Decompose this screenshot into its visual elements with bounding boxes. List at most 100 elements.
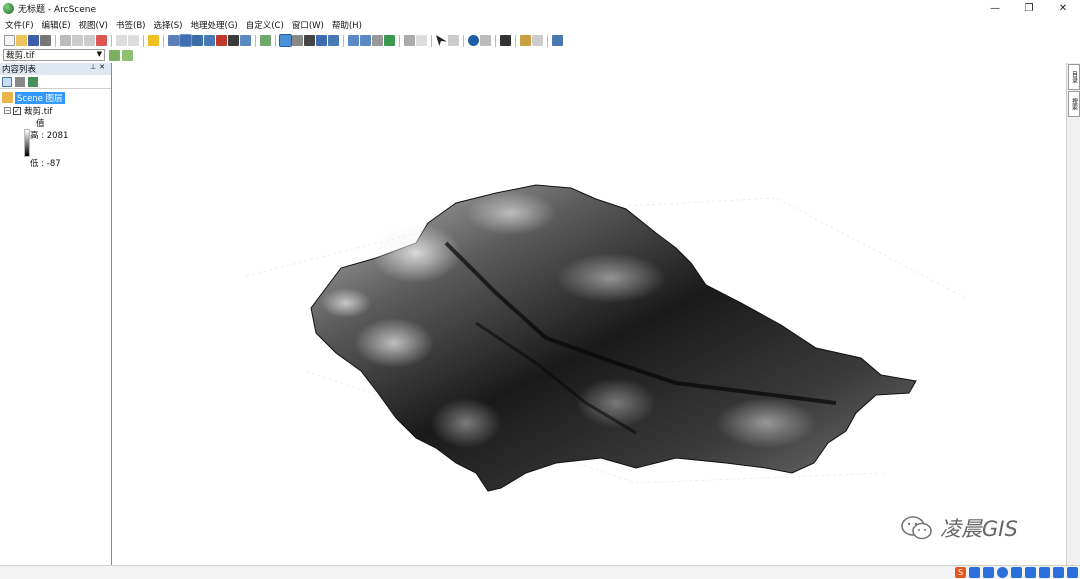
raster-legend: 值 高 : 2081 低 : -87 — [2, 117, 111, 169]
model-builder-icon[interactable] — [240, 35, 251, 46]
search-tab[interactable]: 搜索 — [1068, 91, 1080, 117]
menu-view[interactable]: 视图(V) — [79, 19, 108, 31]
redo-icon[interactable] — [128, 35, 139, 46]
menu-bookmarks[interactable]: 书签(B) — [116, 19, 145, 31]
delete-icon[interactable] — [96, 35, 107, 46]
toolbar-separator — [463, 34, 464, 47]
catalog-tab[interactable]: 目录 — [1068, 64, 1080, 90]
navigate-icon[interactable] — [279, 34, 292, 47]
lighting-icon[interactable] — [122, 49, 133, 61]
copy-icon[interactable] — [72, 35, 83, 46]
3d-effects-toolbar: 裁剪.tif ▼ — [0, 48, 1080, 62]
menu-edit[interactable]: 编辑(E) — [42, 19, 71, 31]
center-on-target-icon[interactable] — [304, 35, 315, 46]
layer-visibility-checkbox[interactable]: ✓ — [13, 106, 21, 115]
window-title: 无标题 - ArcScene — [18, 4, 97, 15]
layer-dropdown-value: 裁剪.tif — [6, 51, 35, 61]
editor-toolbar-icon[interactable] — [260, 35, 271, 46]
toolbar-separator — [431, 34, 432, 47]
menu-geoprocessing[interactable]: 地理处理(G) — [191, 19, 238, 31]
toolbar-separator — [343, 34, 344, 47]
chevron-down-icon: ▼ — [96, 50, 102, 58]
microphone-icon[interactable] — [1011, 567, 1022, 578]
status-bar: S — [0, 565, 1080, 579]
open-folder-icon[interactable] — [16, 35, 27, 46]
toc-window-icon[interactable] — [179, 34, 192, 47]
select-pointer-icon[interactable] — [436, 35, 447, 46]
set-observer-icon[interactable] — [328, 35, 339, 46]
dem-surface-render — [245, 184, 967, 492]
arctoolbox-icon[interactable] — [216, 35, 227, 46]
list-by-drawing-order-icon[interactable] — [2, 76, 12, 87]
user-icon[interactable] — [1039, 567, 1050, 578]
layer-item-raster[interactable]: − ✓ 裁剪.tif — [2, 104, 111, 117]
new-document-icon[interactable] — [4, 35, 15, 46]
skin-icon[interactable] — [1053, 567, 1064, 578]
ime-mode-icon[interactable] — [969, 567, 980, 578]
menu-file[interactable]: 文件(F) — [5, 19, 34, 31]
animation-icon[interactable] — [520, 35, 531, 46]
zoom-to-target-icon[interactable] — [316, 35, 327, 46]
zoom-out-icon[interactable] — [360, 35, 371, 46]
collapse-icon[interactable]: − — [4, 107, 11, 114]
full-extent-icon[interactable] — [384, 35, 395, 46]
widen-fov-icon[interactable] — [416, 35, 427, 46]
save-icon[interactable] — [28, 35, 39, 46]
emoji-icon[interactable] — [997, 567, 1008, 578]
python-icon[interactable] — [228, 35, 239, 46]
print-icon[interactable] — [40, 35, 51, 46]
list-by-source-icon[interactable] — [15, 76, 25, 87]
fly-icon[interactable] — [292, 35, 303, 46]
scene-layers-item[interactable]: Scene 图层 — [2, 91, 111, 104]
wechat-logo-icon — [901, 516, 932, 540]
menu-help[interactable]: 帮助(H) — [332, 19, 362, 31]
menu-windows[interactable]: 窗口(W) — [292, 19, 324, 31]
menu-bar: 文件(F) 编辑(E) 视图(V) 书签(B) 选择(S) 地理处理(G) 自定… — [0, 17, 1080, 32]
arcscene-logo-icon — [3, 2, 14, 14]
toolbar-separator — [547, 34, 548, 47]
identify-icon[interactable] — [468, 35, 479, 46]
toolbar-separator — [515, 34, 516, 47]
toolbar-separator — [55, 34, 56, 47]
layer-tree: Scene 图层 − ✓ 裁剪.tif 值 高 : 2081 低 : -87 — [0, 89, 111, 169]
close-icon[interactable]: ✕ — [1046, 0, 1080, 16]
table-of-contents-panel: 内容列表 ⊥✕ Scene 图层 − ✓ 裁剪.tif 值 高 : 2081 低… — [0, 63, 112, 565]
toolbar-separator — [255, 34, 256, 47]
menu-selection[interactable]: 选择(S) — [153, 19, 182, 31]
restore-icon[interactable]: ❐ — [1012, 0, 1046, 16]
toolbar-separator — [275, 34, 276, 47]
narrow-fov-icon[interactable] — [404, 35, 415, 46]
capture-view-icon[interactable] — [532, 35, 543, 46]
toolbox-icon[interactable] — [1067, 567, 1078, 578]
undo-icon[interactable] — [116, 35, 127, 46]
list-by-visibility-icon[interactable] — [28, 76, 38, 87]
keyboard-icon[interactable] — [1025, 567, 1036, 578]
search-window-icon[interactable] — [204, 35, 215, 46]
scene-globe-icon[interactable] — [552, 35, 563, 46]
html-popup-icon[interactable] — [480, 35, 491, 46]
paste-icon[interactable] — [84, 35, 95, 46]
toolbar-separator — [111, 34, 112, 47]
clear-selection-icon[interactable] — [448, 35, 459, 46]
add-data-icon[interactable] — [148, 35, 159, 46]
pan-icon[interactable] — [372, 35, 383, 46]
scene-properties-icon[interactable] — [168, 35, 179, 46]
scene-viewer[interactable] — [116, 63, 1064, 565]
punctuation-icon[interactable] — [983, 567, 994, 578]
toolbar-separator — [495, 34, 496, 47]
right-dock: 目录 搜索 — [1066, 63, 1080, 565]
layer-dropdown[interactable]: 裁剪.tif ▼ — [3, 49, 105, 61]
catalog-icon[interactable] — [192, 35, 203, 46]
legend-high: 高 : 2081 — [30, 131, 69, 141]
menu-customize[interactable]: 自定义(C) — [246, 19, 284, 31]
pin-close-icon[interactable]: ⊥✕ — [90, 63, 108, 71]
layer-properties-icon[interactable] — [109, 49, 120, 61]
toc-toolbar — [0, 75, 111, 89]
zoom-in-icon[interactable] — [348, 35, 359, 46]
find-icon[interactable] — [500, 35, 511, 46]
sogou-logo-icon[interactable]: S — [955, 567, 966, 578]
toolbar-separator — [399, 34, 400, 47]
cut-icon[interactable] — [60, 35, 71, 46]
window-controls: — ❐ ✕ — [978, 0, 1080, 16]
minimize-icon[interactable]: — — [978, 0, 1012, 16]
